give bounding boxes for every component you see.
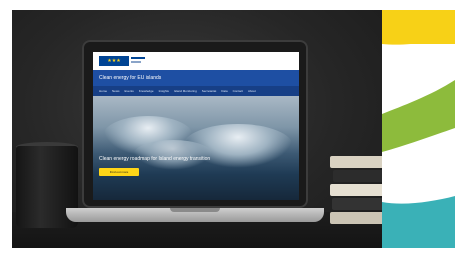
laptop-screen: ★★★ Clean energy for EU islands Home New…: [93, 52, 299, 200]
wave-crest: [133, 140, 213, 170]
eu-stars-icon: ★★★: [107, 57, 121, 64]
ec-logo-wordmark-sub: [131, 61, 141, 63]
hero-cta-button[interactable]: Find out more: [99, 168, 139, 176]
nav-item[interactable]: Island Monitoring: [174, 89, 197, 93]
nav-item[interactable]: Insights: [159, 89, 169, 93]
hero-banner: Clean energy roadmap for Island energy t…: [93, 96, 299, 200]
nav-item[interactable]: About: [248, 89, 256, 93]
brand-stripes: [382, 10, 455, 248]
ec-logo-wordmark: [131, 57, 145, 59]
book: [332, 198, 382, 210]
nav-item[interactable]: Knowledge: [139, 89, 154, 93]
eu-flag-logo[interactable]: ★★★: [99, 56, 129, 66]
green-swoosh: [382, 80, 455, 152]
book: [333, 170, 382, 182]
laptop-notch: [170, 208, 220, 212]
yellow-swoosh: [382, 10, 455, 45]
hero-title: Clean energy roadmap for Island energy t…: [99, 156, 211, 162]
ec-header: ★★★: [93, 52, 299, 70]
nav-item[interactable]: Home: [99, 89, 107, 93]
nav-item[interactable]: Secretariat: [202, 89, 217, 93]
nav-item[interactable]: Events: [125, 89, 134, 93]
book: [330, 212, 382, 224]
nav-item[interactable]: Contact: [233, 89, 243, 93]
nav-item[interactable]: Data: [221, 89, 227, 93]
site-title[interactable]: Clean energy for EU islands: [99, 75, 161, 81]
book-stack: [330, 156, 382, 230]
book: [330, 156, 382, 168]
site-title-bar: Clean energy for EU islands: [93, 70, 299, 86]
teal-swoosh: [382, 196, 455, 248]
nav-item[interactable]: News: [112, 89, 120, 93]
book: [330, 184, 382, 196]
site-nav: Home News Events Knowledge Insights Isla…: [93, 86, 299, 96]
